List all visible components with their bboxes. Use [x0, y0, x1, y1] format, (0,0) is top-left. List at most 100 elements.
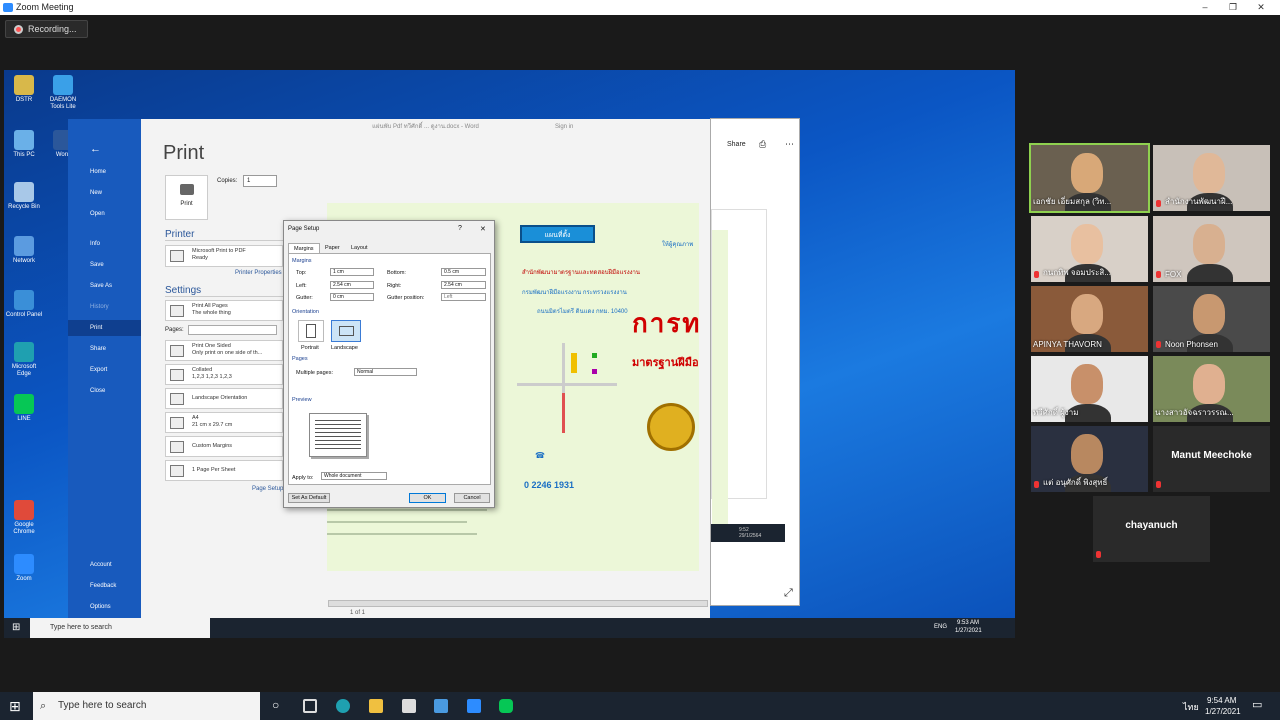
landscape-option[interactable]	[331, 320, 361, 342]
nav-close[interactable]: Close	[90, 388, 105, 394]
collated-icon	[170, 369, 184, 381]
nav-new[interactable]: New	[90, 190, 102, 196]
desktop-icon[interactable]: DSTR	[5, 75, 43, 104]
margins-icon	[170, 441, 184, 453]
nav-open[interactable]: Open	[90, 211, 105, 217]
participant-tile[interactable]: APINYA THAVORN	[1031, 286, 1148, 352]
bottom-margin-input[interactable]: 0.5 cm	[441, 268, 486, 276]
setting-sides[interactable]: Print One Sided Only print on one side of…	[165, 340, 283, 361]
nav-save-as[interactable]: Save As	[90, 283, 112, 289]
setting-line1: Print One Sided	[192, 343, 231, 349]
gutter-position-select[interactable]: Left	[441, 293, 486, 301]
participant-tile[interactable]: Manut Meechoke	[1153, 426, 1270, 492]
search-box[interactable]: Type here to search	[30, 618, 210, 638]
language-indicator[interactable]: ENG	[934, 624, 947, 630]
participant-tile[interactable]: แต่ อนุศักดิ์ พิงสุทธิ์	[1031, 426, 1148, 492]
cancel-button[interactable]: Cancel	[454, 493, 490, 503]
desktop-icon[interactable]: LINE	[5, 394, 43, 423]
more-icon[interactable]: ⋯	[785, 139, 794, 150]
multiple-pages-select[interactable]: Normal	[354, 368, 417, 376]
setting-line2: 1,2,3 1,2,3 1,2,3	[192, 374, 232, 380]
portrait-option[interactable]	[298, 320, 324, 342]
search-placeholder: Type here to search	[58, 700, 147, 711]
sign-in-link[interactable]: Sign in	[555, 124, 573, 130]
gutter-input[interactable]: 0 cm	[330, 293, 374, 301]
participant-tile[interactable]: นางสาวอัจฉราวรรณ...	[1153, 356, 1270, 422]
ok-button[interactable]: OK	[409, 493, 446, 503]
tab-layout[interactable]: Layout	[346, 243, 373, 253]
participant-name: Noon Phonsen	[1165, 340, 1218, 349]
participant-tile[interactable]: ทวีศักดิ์ ผู้งาม	[1031, 356, 1148, 422]
nav-info[interactable]: Info	[90, 241, 100, 247]
setting-margins[interactable]: Custom Margins	[165, 436, 283, 457]
close-button[interactable]: ✕	[1248, 0, 1274, 15]
participant-tile[interactable]: FOX	[1153, 216, 1270, 282]
notifications-icon[interactable]: ▭	[1252, 698, 1262, 711]
tab-paper[interactable]: Paper	[320, 243, 345, 253]
left-margin-input[interactable]: 2.54 cm	[330, 281, 374, 289]
printer-properties-link[interactable]: Printer Properties	[235, 270, 282, 276]
desktop-icon[interactable]: Zoom	[5, 554, 43, 583]
page-setup-link[interactable]: Page Setup	[252, 486, 283, 492]
nav-share[interactable]: Share	[90, 346, 106, 352]
setting-orientation[interactable]: Landscape Orientation	[165, 388, 283, 409]
file-explorer-icon[interactable]	[369, 699, 383, 713]
setting-pages-per-sheet[interactable]: 1 Page Per Sheet	[165, 460, 283, 481]
desktop-icon[interactable]: This PC	[5, 130, 43, 159]
nav-print[interactable]: Print	[68, 320, 141, 336]
nav-save[interactable]: Save	[90, 262, 104, 268]
help-icon[interactable]: ?	[458, 225, 462, 232]
search-placeholder: Type here to search	[50, 624, 112, 631]
participant-tile[interactable]: สำนักงานพัฒนาฝี...	[1153, 145, 1270, 211]
cortana-icon[interactable]: ○	[272, 698, 279, 712]
desktop-icon[interactable]: DAEMON Tools Lite	[44, 75, 82, 111]
store-icon[interactable]	[402, 699, 416, 713]
apply-to-select[interactable]: Whole document	[321, 472, 387, 480]
preview-scrollbar[interactable]	[328, 600, 708, 607]
printer-dropdown[interactable]: Microsoft Print to PDF Ready	[165, 245, 283, 267]
print-icon[interactable]: ⎙	[759, 139, 766, 150]
search-box[interactable]: ⌕ Type here to search	[33, 692, 260, 720]
desktop-icon[interactable]: Microsoft Edge	[5, 342, 43, 378]
top-margin-input[interactable]: 1 cm	[330, 268, 374, 276]
close-icon[interactable]: ✕	[480, 225, 486, 233]
minimize-button[interactable]: –	[1192, 0, 1218, 15]
participant-tile[interactable]: Noon Phonsen	[1153, 286, 1270, 352]
copies-input[interactable]: 1	[243, 175, 277, 187]
participant-tile[interactable]: chayanuch	[1093, 496, 1210, 562]
set-as-default-button[interactable]: Set As Default	[288, 493, 330, 503]
start-icon[interactable]: ⊞	[9, 698, 21, 715]
pages-input[interactable]	[188, 325, 277, 335]
nav-home[interactable]: Home	[90, 169, 106, 175]
mail-icon[interactable]	[434, 699, 448, 713]
start-icon[interactable]: ⊞	[12, 622, 20, 633]
setting-paper-size[interactable]: A4 21 cm x 29.7 cm	[165, 412, 283, 433]
share-button[interactable]: Share	[727, 141, 746, 148]
setting-print-range[interactable]: Print All Pages The whole thing	[165, 300, 283, 321]
setting-collation[interactable]: Collated 1,2,3 1,2,3 1,2,3	[165, 364, 283, 385]
nav-feedback[interactable]: Feedback	[90, 583, 116, 589]
edge-icon[interactable]	[336, 699, 350, 713]
desktop-icon[interactable]: Google Chrome	[5, 500, 43, 536]
recording-indicator[interactable]: Recording...	[5, 20, 88, 38]
participant-tile[interactable]: กนกทิพ จอมประสิ...	[1031, 216, 1148, 282]
expand-icon[interactable]: ⤢	[784, 587, 793, 600]
nav-account[interactable]: Account	[90, 562, 112, 568]
tab-margins[interactable]: Margins	[288, 243, 320, 253]
maximize-button[interactable]: ❐	[1220, 0, 1246, 15]
word-backstage-nav: ← Home New Open Info Save Save As Histor…	[68, 119, 141, 618]
desktop-icon[interactable]: Network	[5, 236, 43, 265]
line-icon[interactable]	[499, 699, 513, 713]
desktop-icon[interactable]: Recycle Bin	[5, 182, 43, 211]
nav-options[interactable]: Options	[90, 604, 111, 610]
task-view-icon[interactable]	[303, 699, 317, 713]
language-indicator[interactable]: ไทย	[1183, 700, 1199, 714]
back-icon[interactable]: ←	[90, 143, 101, 155]
dialog-title: Page Setup	[288, 226, 320, 232]
desktop-icon[interactable]: Control Panel	[5, 290, 43, 319]
participant-tile[interactable]: เอกชัย เอี่ยมสกุล (วิท...	[1029, 143, 1150, 213]
print-button[interactable]: Print	[165, 175, 208, 220]
right-margin-input[interactable]: 2.54 cm	[441, 281, 486, 289]
nav-export[interactable]: Export	[90, 367, 107, 373]
zoom-icon[interactable]	[467, 699, 481, 713]
